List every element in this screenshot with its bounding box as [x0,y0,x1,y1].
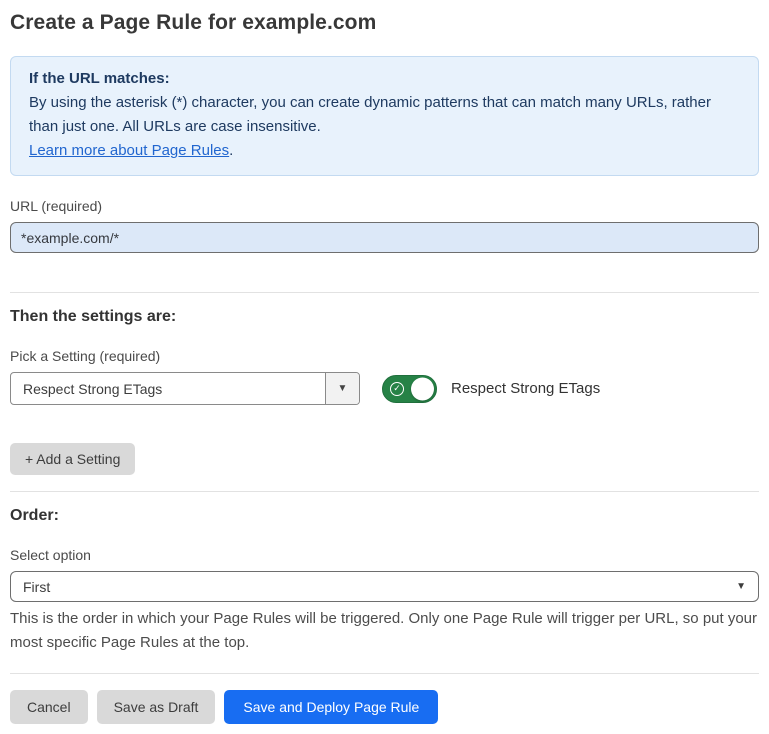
url-match-info-box: If the URL matches: By using the asteris… [10,56,759,176]
setting-toggle[interactable]: ✓ [382,375,437,403]
save-deploy-button[interactable]: Save and Deploy Page Rule [224,690,438,724]
chevron-down-icon: ▼ [338,383,348,394]
setting-select-arrow-button[interactable]: ▼ [325,373,359,404]
toggle-label: Respect Strong ETags [451,380,600,397]
toggle-knob [411,377,434,400]
info-box-body-text: By using the asterisk (*) character, you… [29,94,711,135]
info-box-body: By using the asterisk (*) character, you… [29,91,740,139]
url-field-label: URL (required) [10,198,759,214]
page-title: Create a Page Rule for example.com [10,11,759,35]
chevron-down-icon: ▼ [736,581,746,592]
order-help-text: This is the order in which your Page Rul… [10,607,759,655]
check-icon: ✓ [390,382,404,396]
page-rule-form: Create a Page Rule for example.com If th… [0,0,769,734]
setting-picker-label: Pick a Setting (required) [10,348,759,364]
url-input[interactable] [10,222,759,253]
link-suffix: . [229,142,233,159]
info-box-link-line: Learn more about Page Rules. [29,139,740,163]
setting-row: Respect Strong ETags ▼ ✓ Respect Strong … [10,372,759,405]
order-select-label: Select option [10,547,759,563]
divider [10,491,759,492]
divider [10,673,759,674]
order-select-value: First [23,579,50,595]
setting-select-value: Respect Strong ETags [11,373,325,404]
cancel-button[interactable]: Cancel [10,690,88,724]
order-select[interactable]: First ▼ [10,571,759,602]
setting-select[interactable]: Respect Strong ETags ▼ [10,372,360,405]
divider [10,292,759,293]
order-section-heading: Order: [10,507,759,525]
settings-section-heading: Then the settings are: [10,308,759,326]
add-setting-button[interactable]: + Add a Setting [10,443,135,475]
footer-actions: Cancel Save as Draft Save and Deploy Pag… [10,690,759,724]
learn-more-link[interactable]: Learn more about Page Rules [29,142,229,159]
info-box-heading: If the URL matches: [29,67,740,91]
save-draft-button[interactable]: Save as Draft [97,690,216,724]
